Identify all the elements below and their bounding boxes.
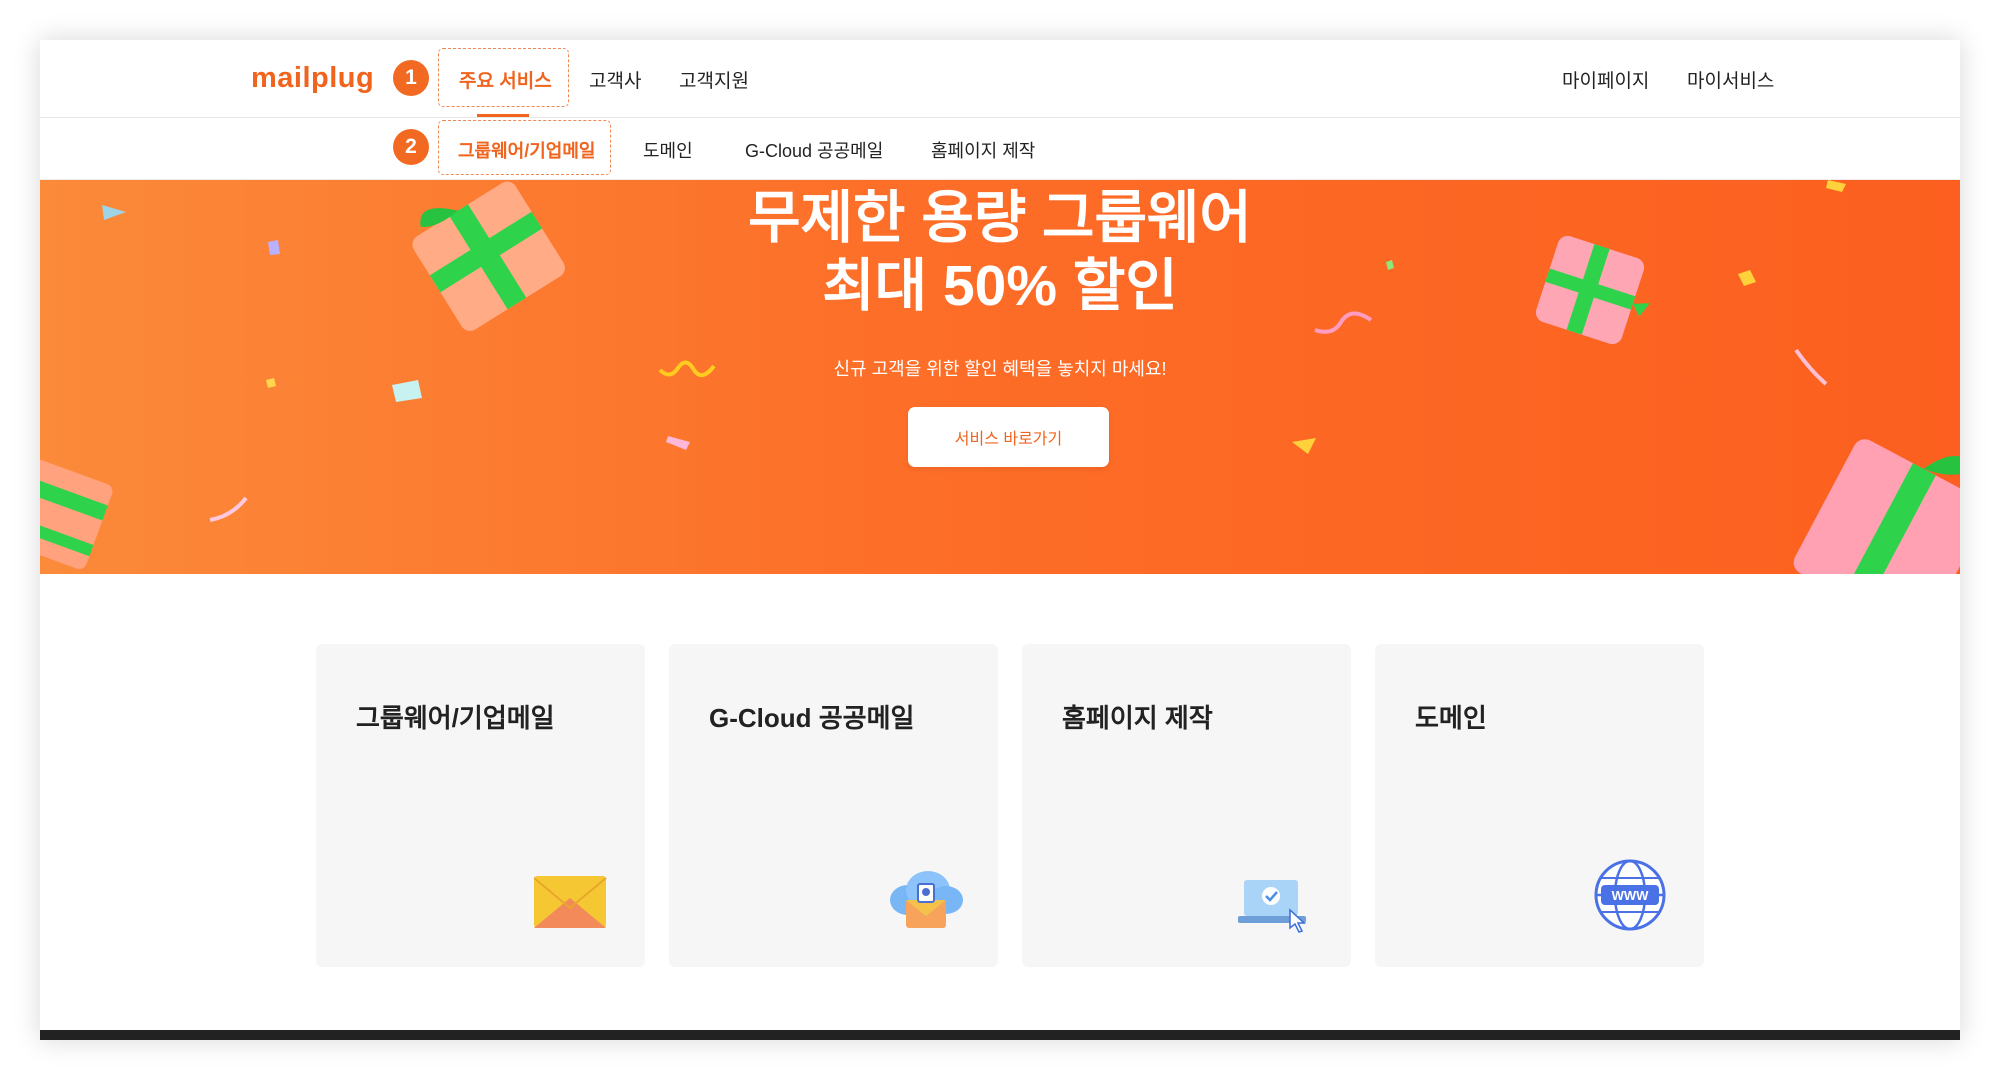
subnav-groupware[interactable]: 그룹웨어/기업메일 [458,137,595,163]
browser-viewport: mailplug 1 주요 서비스 고객사 고객지원 마이페이지 마이서비스 2… [40,40,1960,1040]
globe-www-icon: WWW [1594,859,1666,931]
footer-bar [40,1030,1960,1040]
service-card-homepage[interactable]: 홈페이지 제작 [1022,644,1351,967]
card-title: 홈페이지 제작 [1062,703,1213,733]
card-title: G-Cloud 공공메일 [709,703,915,733]
laptop-check-icon [1238,880,1306,933]
active-tab-indicator [477,114,529,117]
card-title: 그룹웨어/기업메일 [356,703,555,733]
subnav-domain[interactable]: 도메인 [643,137,693,163]
service-go-button[interactable]: 서비스 바로가기 [908,407,1109,467]
gift-box-icon [40,460,113,570]
nav-support[interactable]: 고객지원 [679,66,749,93]
subnav-homepage[interactable]: 홈페이지 제작 [931,137,1035,163]
service-card-domain[interactable]: 도메인 WWW [1375,644,1704,967]
sub-navigation: 2 그룹웨어/기업메일 도메인 G-Cloud 공공메일 홈페이지 제작 [40,118,1960,180]
cloud-mail-icon [890,871,963,928]
site-header: mailplug 1 주요 서비스 고객사 고객지원 마이페이지 마이서비스 [40,40,1960,118]
svg-text:WWW: WWW [1612,888,1650,903]
card-title: 도메인 [1415,703,1487,733]
envelope-icon [534,876,607,928]
nav-mypage[interactable]: 마이페이지 [1562,66,1649,93]
banner-subtitle: 신규 고객을 위한 할인 혜택을 놓치지 마세요! [833,359,1167,379]
promo-banner: 무제한 용량 그룹웨어 최대 50% 할인 신규 고객을 위한 할인 혜택을 놓… [40,180,1960,574]
banner-title-line1: 무제한 용량 그룹웨어 [748,186,1252,250]
banner-title-line2: 최대 50% 할인 [822,254,1178,318]
service-card-groupware[interactable]: 그룹웨어/기업메일 [316,644,645,967]
mailplug-logo[interactable]: mailplug [251,62,374,95]
gift-box-icon [1793,439,1960,574]
subnav-gcloud[interactable]: G-Cloud 공공메일 [745,137,883,163]
nav-customers[interactable]: 고객사 [589,66,641,93]
nav-myservice[interactable]: 마이서비스 [1687,66,1774,93]
nav-main-services[interactable]: 주요 서비스 [459,66,552,93]
annotation-badge-1: 1 [393,60,429,96]
annotation-badge-2: 2 [393,129,429,165]
service-card-gcloud[interactable]: G-Cloud 공공메일 [669,644,998,967]
